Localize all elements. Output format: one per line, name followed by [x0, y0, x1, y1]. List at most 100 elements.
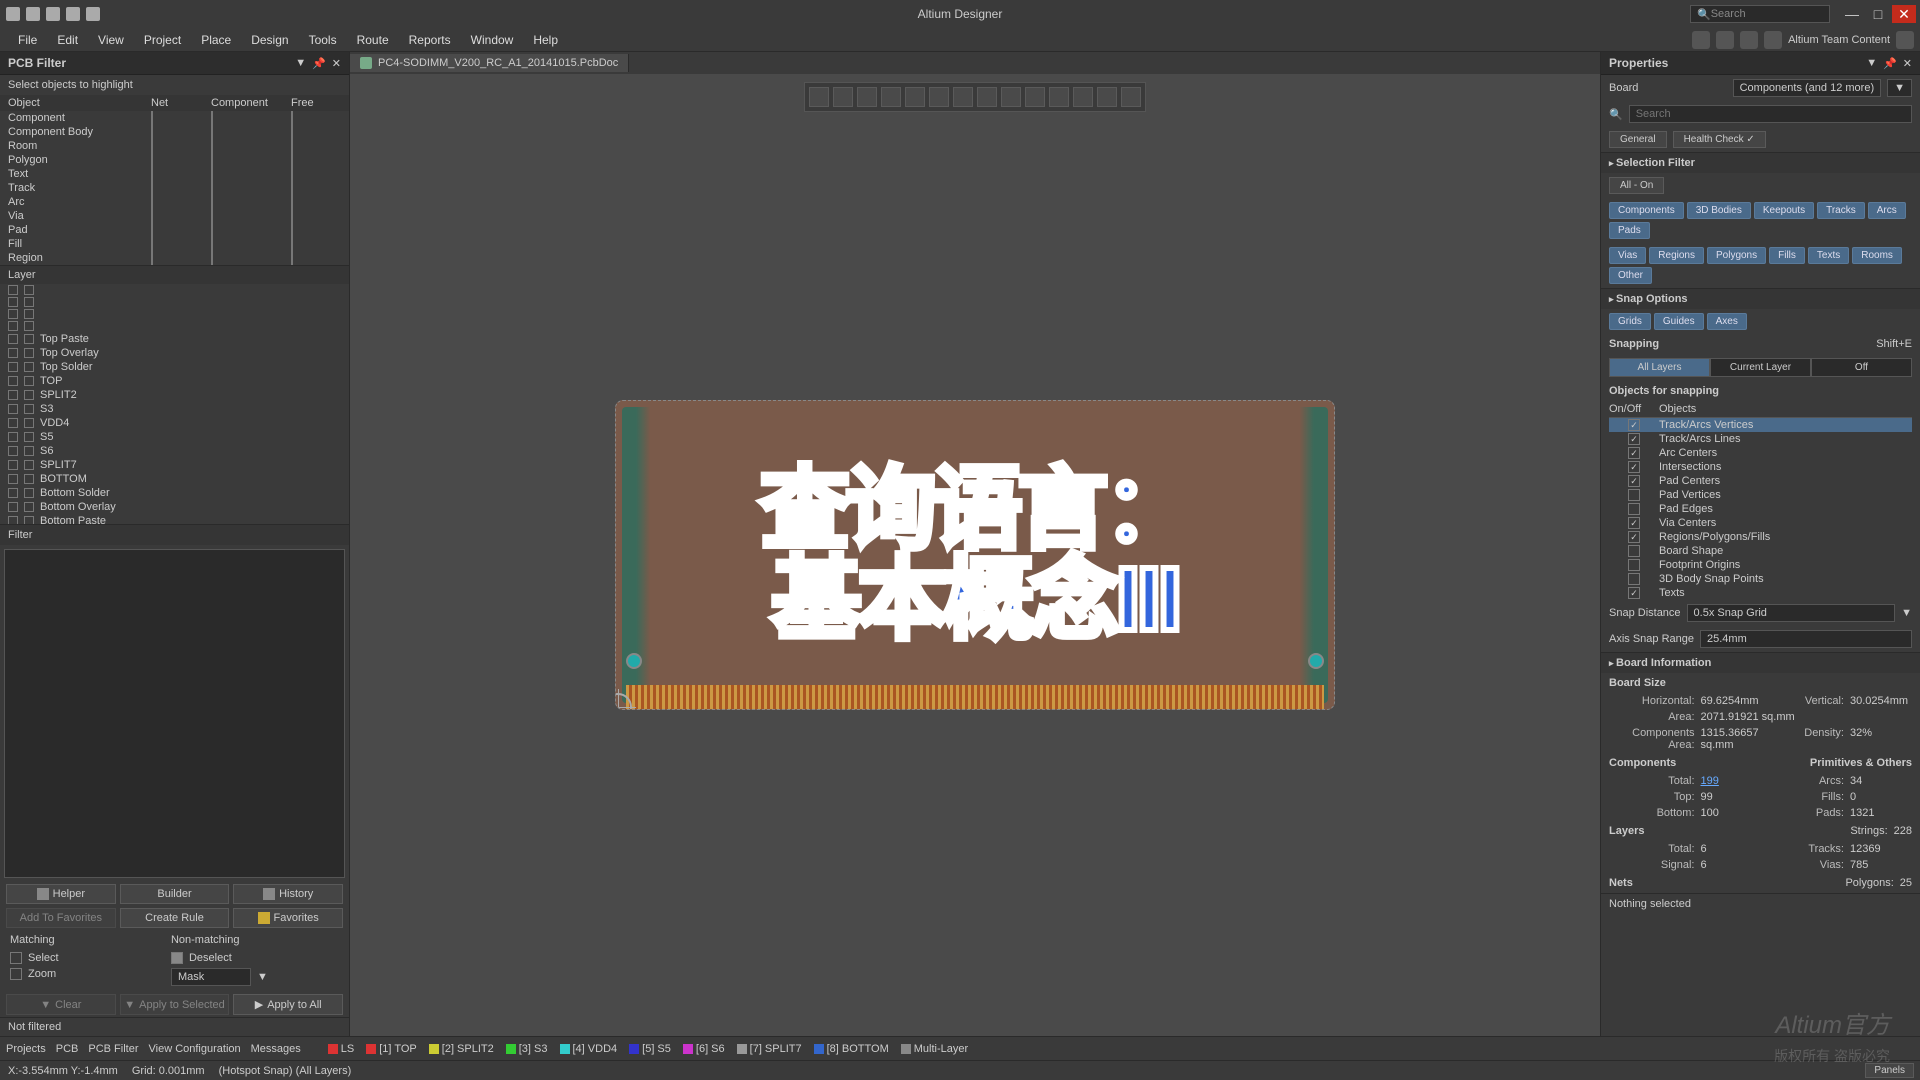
- layer-tab[interactable]: [5] S5: [624, 1042, 676, 1056]
- panels-button[interactable]: Panels: [1865, 1063, 1914, 1078]
- filter-texts[interactable]: Texts: [1808, 247, 1849, 264]
- object-row[interactable]: Pad: [0, 223, 349, 237]
- object-row[interactable]: Room: [0, 139, 349, 153]
- all-on-button[interactable]: All - On: [1609, 177, 1664, 194]
- share-icon[interactable]: [1692, 31, 1710, 49]
- filter-rooms[interactable]: Rooms: [1852, 247, 1902, 264]
- object-row[interactable]: Via: [0, 209, 349, 223]
- builder-button[interactable]: Builder: [120, 884, 230, 904]
- component-icon[interactable]: [929, 87, 949, 107]
- helper-button[interactable]: Helper: [6, 884, 116, 904]
- menu-window[interactable]: Window: [461, 30, 524, 50]
- snap-item[interactable]: Texts: [1609, 586, 1912, 600]
- dropdown-icon[interactable]: ▼: [295, 57, 306, 70]
- align-icon[interactable]: [905, 87, 925, 107]
- board-info-header[interactable]: Board Information: [1601, 652, 1920, 673]
- menu-file[interactable]: File: [8, 30, 47, 50]
- layer-row[interactable]: Top Solder: [0, 360, 349, 374]
- selection-filter-header[interactable]: Selection Filter: [1601, 152, 1920, 173]
- filter-pads[interactable]: Pads: [1609, 222, 1650, 239]
- flag-icon[interactable]: [1025, 87, 1045, 107]
- layer-row[interactable]: SPLIT7: [0, 458, 349, 472]
- layer-row[interactable]: Bottom Solder: [0, 486, 349, 500]
- menu-edit[interactable]: Edit: [47, 30, 88, 50]
- snap-item[interactable]: Track/Arcs Vertices: [1609, 418, 1912, 432]
- history-button[interactable]: History: [233, 884, 343, 904]
- filter-toggle[interactable]: ▼: [1887, 79, 1912, 97]
- snap-item[interactable]: Board Shape: [1609, 544, 1912, 558]
- layer-tab[interactable]: LS: [323, 1042, 359, 1056]
- object-row[interactable]: Component: [0, 111, 349, 125]
- document-tab[interactable]: PC4-SODIMM_V200_RC_A1_20141015.PcbDoc: [350, 54, 629, 72]
- filter-tool-icon[interactable]: [809, 87, 829, 107]
- close-button[interactable]: ✕: [1892, 5, 1916, 23]
- filter-keepouts[interactable]: Keepouts: [1754, 202, 1814, 219]
- open-icon[interactable]: [46, 7, 60, 21]
- grid-icon[interactable]: [1073, 87, 1093, 107]
- menu-design[interactable]: Design: [241, 30, 298, 50]
- layer-tab[interactable]: [7] SPLIT7: [732, 1042, 807, 1056]
- menu-reports[interactable]: Reports: [399, 30, 461, 50]
- components-dropdown[interactable]: Components (and 12 more): [1733, 79, 1882, 97]
- axis-snap-input[interactable]: 25.4mm: [1700, 630, 1912, 648]
- layer-row[interactable]: [0, 284, 349, 296]
- bottom-tab-pcb[interactable]: PCB: [56, 1043, 79, 1055]
- layer-tab[interactable]: [4] VDD4: [555, 1042, 623, 1056]
- team-label[interactable]: Altium Team Content: [1788, 34, 1890, 46]
- gear-icon[interactable]: [1740, 31, 1758, 49]
- save-icon[interactable]: [26, 7, 40, 21]
- menu-project[interactable]: Project: [134, 30, 191, 50]
- menu-help[interactable]: Help: [523, 30, 568, 50]
- select-checkbox[interactable]: Select: [10, 950, 168, 966]
- move-icon[interactable]: [857, 87, 877, 107]
- filter-tracks[interactable]: Tracks: [1817, 202, 1865, 219]
- favorites-add-button[interactable]: Add To Favorites: [6, 908, 116, 928]
- object-row[interactable]: Text: [0, 167, 349, 181]
- snap-item[interactable]: Arc Centers: [1609, 446, 1912, 460]
- pcb-board[interactable]: 查询语言： 基本概念III: [615, 400, 1335, 710]
- snap-axes[interactable]: Axes: [1707, 313, 1747, 330]
- deselect-checkbox[interactable]: Deselect: [171, 950, 329, 966]
- bottom-tab-messages[interactable]: Messages: [251, 1043, 301, 1055]
- zoom-checkbox[interactable]: Zoom: [10, 966, 168, 982]
- snap-item[interactable]: Footprint Origins: [1609, 558, 1912, 572]
- layer-row[interactable]: [0, 320, 349, 332]
- layer-row[interactable]: S5: [0, 430, 349, 444]
- general-tab[interactable]: General: [1609, 131, 1667, 148]
- snap-item[interactable]: Pad Edges: [1609, 502, 1912, 516]
- layer-row[interactable]: S6: [0, 444, 349, 458]
- snap-item[interactable]: Pad Vertices: [1609, 488, 1912, 502]
- snap-item[interactable]: Track/Arcs Lines: [1609, 432, 1912, 446]
- layer-tab[interactable]: [1] TOP: [361, 1042, 422, 1056]
- draw-icon[interactable]: [1121, 87, 1141, 107]
- layer-row[interactable]: SPLIT2: [0, 388, 349, 402]
- layer-row[interactable]: VDD4: [0, 416, 349, 430]
- snap-item[interactable]: Intersections: [1609, 460, 1912, 474]
- current-layer-tab[interactable]: Current Layer: [1710, 358, 1811, 377]
- measure-icon[interactable]: [977, 87, 997, 107]
- layer-row[interactable]: Bottom Overlay: [0, 500, 349, 514]
- snap-item[interactable]: Via Centers: [1609, 516, 1912, 530]
- filter-input[interactable]: [4, 549, 345, 878]
- object-row[interactable]: Component Body: [0, 125, 349, 139]
- layer-tab[interactable]: [6] S6: [678, 1042, 730, 1056]
- filter-fills[interactable]: Fills: [1769, 247, 1805, 264]
- health-check-tab[interactable]: Health Check ✓: [1673, 131, 1766, 148]
- layer-row[interactable]: BOTTOM: [0, 472, 349, 486]
- layer-row[interactable]: Top Paste: [0, 332, 349, 346]
- object-row[interactable]: Arc: [0, 195, 349, 209]
- clear-button[interactable]: ▼ Clear: [6, 994, 116, 1015]
- pcb-canvas[interactable]: 查询语言： 基本概念III: [350, 74, 1600, 1036]
- layer-row[interactable]: [0, 308, 349, 320]
- layer-row[interactable]: TOP: [0, 374, 349, 388]
- filter-other[interactable]: Other: [1609, 267, 1652, 284]
- total-link[interactable]: 199: [1701, 775, 1761, 787]
- global-search[interactable]: 🔍 Search: [1690, 5, 1830, 23]
- user-icon[interactable]: [1764, 31, 1782, 49]
- pin-icon[interactable]: 📌: [312, 57, 326, 70]
- apply-selected-button[interactable]: ▼ Apply to Selected: [120, 994, 230, 1015]
- layer-row[interactable]: Bottom Paste: [0, 514, 349, 524]
- snap-grids[interactable]: Grids: [1609, 313, 1651, 330]
- menu-view[interactable]: View: [88, 30, 134, 50]
- cloud-icon[interactable]: [1896, 31, 1914, 49]
